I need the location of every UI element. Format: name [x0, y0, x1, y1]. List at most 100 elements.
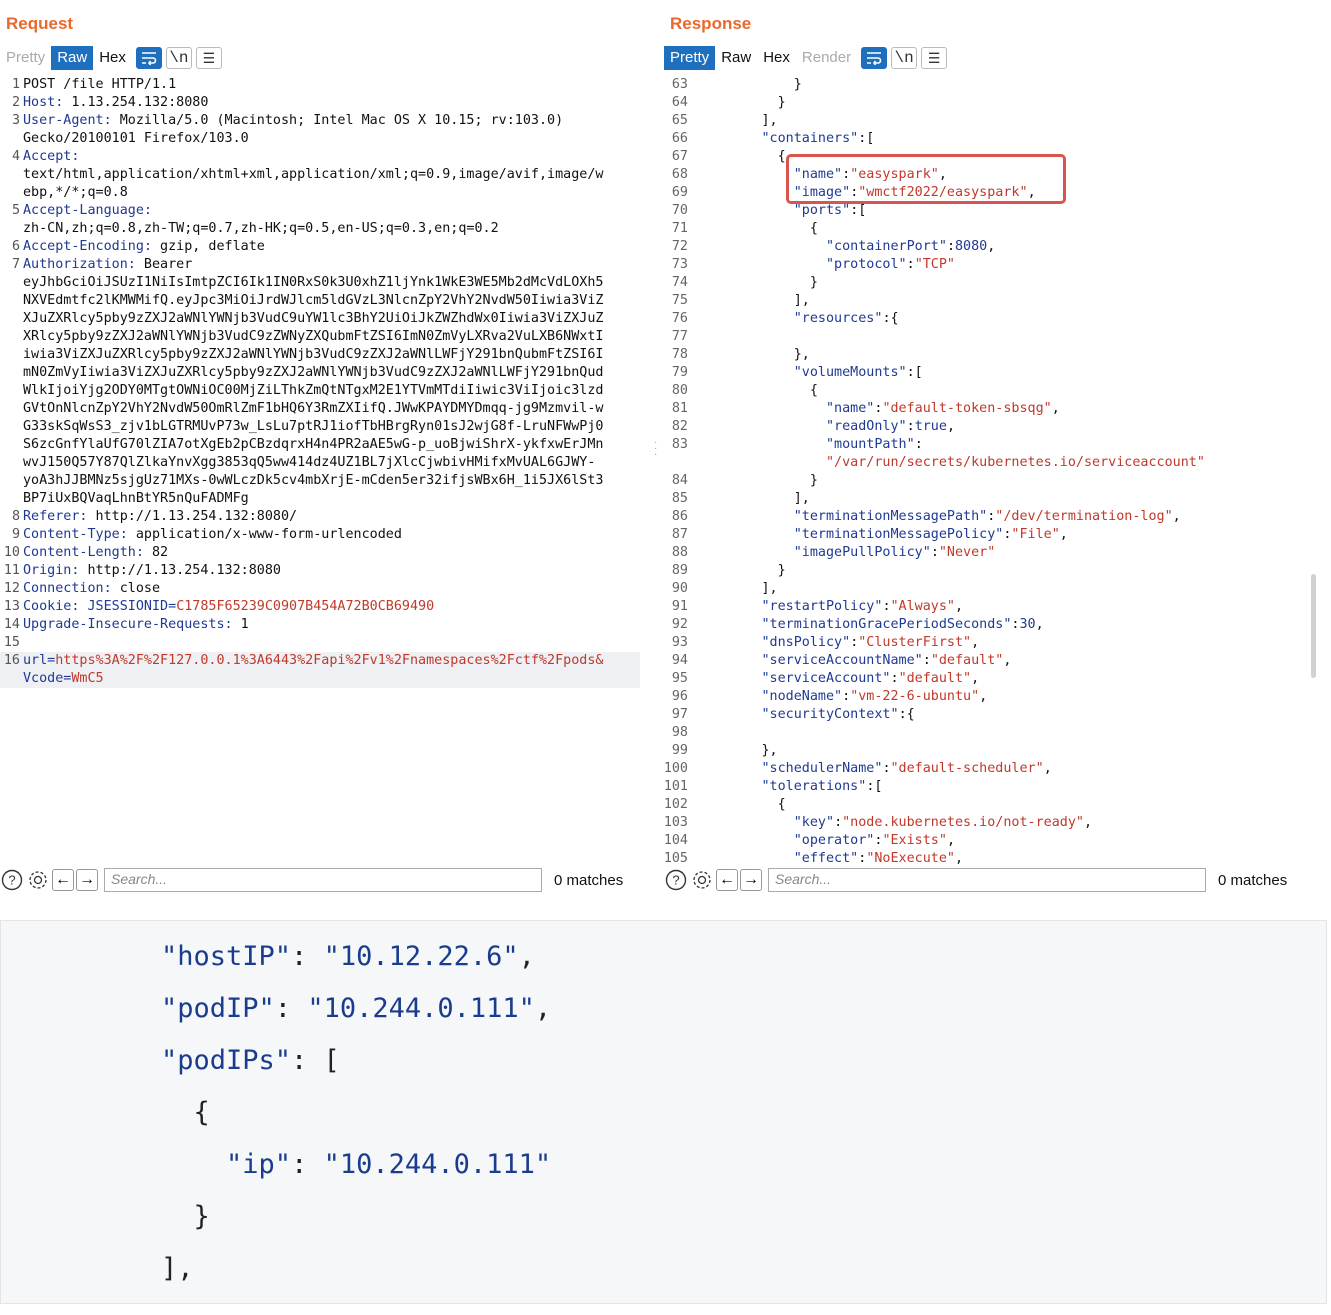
json-punct: [697, 689, 762, 704]
json-punct: [697, 635, 762, 650]
help-icon[interactable]: ?: [664, 868, 688, 892]
previous-match-button[interactable]: ←: [716, 869, 738, 891]
line-number: 82: [671, 419, 688, 434]
line-content: "containerPort":8080,: [691, 238, 1323, 256]
line-number: 105: [663, 851, 688, 864]
code-line: 64 }: [660, 94, 1323, 112]
json-punct: :: [882, 761, 891, 776]
line-number: 65: [671, 113, 688, 128]
json-punct: }: [161, 1201, 210, 1232]
line-number: 72: [671, 239, 688, 254]
json-key: "serviceAccount": [761, 671, 891, 686]
code-line: G33skSqWsS3_zjv1bLGTRMUvP73w_LsLu7ptRJ1i…: [0, 418, 640, 436]
line-content: "protocol":"TCP": [691, 256, 1323, 274]
request-search-input[interactable]: Search...: [104, 868, 542, 892]
json-string: "Exists": [882, 833, 947, 848]
menu-icon[interactable]: ☰: [921, 47, 948, 69]
response-tab-render[interactable]: Render: [796, 46, 857, 70]
request-editor[interactable]: 1 POST /file HTTP/1.1 2 Host: 1.13.254.132:…: [0, 76, 640, 864]
json-key: "name": [826, 401, 875, 416]
json-punct: [697, 455, 826, 470]
line-number: 4: [11, 149, 20, 164]
line-content: "readOnly":true,: [691, 418, 1323, 436]
code-line: 8 Referer: http://1.13.254.132:8080/: [0, 508, 640, 526]
line-content: "ports":[: [691, 202, 1323, 220]
response-scrollbar[interactable]: [1311, 574, 1316, 678]
json-key: "tolerations": [761, 779, 867, 794]
line-number: [0, 184, 23, 202]
header-value: NXVEdmtfc2lKMWMifQ.eyJpc3MiOiJrdWJlcm5ld…: [23, 293, 604, 308]
json-key: "hostIP": [161, 941, 292, 972]
line-content: [23, 634, 640, 652]
code-line: 70 "ports":[: [660, 202, 1323, 220]
json-punct: }: [697, 77, 802, 92]
wrap-lines-icon[interactable]: [135, 47, 162, 69]
next-match-button[interactable]: →: [76, 869, 98, 891]
newline-icon[interactable]: \n: [165, 47, 192, 69]
response-tab-hex[interactable]: Hex: [757, 46, 796, 70]
response-search-input[interactable]: Search...: [768, 868, 1206, 892]
header-name: Upgrade-Insecure-Requests:: [23, 617, 233, 632]
code-line: 83 "mountPath":: [660, 436, 1323, 454]
code-line: yoA3hJJBMNz5sjgUz71MXs-0wWLczDk5cv4mbXrj…: [0, 472, 640, 490]
request-tab-hex[interactable]: Hex: [93, 46, 132, 70]
header-value: zh-CN,zh;q=0.8,zh-TW;q=0.7,zh-HK;q=0.5,e…: [23, 221, 499, 236]
menu-icon[interactable]: ☰: [195, 47, 222, 69]
header-value: Bearer: [135, 257, 193, 272]
request-tab-raw[interactable]: Raw: [51, 46, 94, 70]
code-line: 81 "name":"default-token-sbsqg",: [660, 400, 1323, 418]
json-punct: [697, 545, 794, 560]
gear-icon[interactable]: [690, 868, 714, 892]
line-number: [0, 166, 23, 184]
line-number: 66: [671, 131, 688, 146]
wrap-lines-icon[interactable]: [861, 47, 888, 69]
line-number: 79: [671, 365, 688, 380]
line-content: ebp,*/*;q=0.8: [23, 184, 640, 202]
line-content: GVtOnNlcnZpY2VhY2NvdW50OmRlZmF1bHQ6Y3RmZ…: [23, 400, 640, 418]
json-punct: [697, 707, 762, 722]
next-match-button[interactable]: →: [740, 869, 762, 891]
code-line: 75 ],: [660, 292, 1323, 310]
json-snippet-panel: "hostIP": "10.12.22.6", "podIP": "10.244.…: [0, 920, 1327, 1304]
json-key: "dnsPolicy": [761, 635, 851, 650]
line-content: text/html,application/xhtml+xml,applicat…: [23, 166, 640, 184]
json-punct: :: [930, 545, 939, 560]
json-string: "Never": [938, 545, 996, 560]
line-number: [0, 418, 23, 436]
json-punct: :[: [866, 779, 883, 794]
code-line: BP7iUxBQVaqLhnBtYR5nQuFADMFg: [0, 490, 640, 508]
cookie-name: JSESSIONID=: [87, 599, 177, 614]
header-value: 1: [232, 617, 249, 632]
json-punct: :: [922, 653, 931, 668]
line-number: 89: [671, 563, 688, 578]
code-line: 65 ],: [660, 112, 1323, 130]
line-number: [0, 310, 23, 328]
line-content: "containers":[: [691, 130, 1323, 148]
gear-icon[interactable]: [26, 868, 50, 892]
line-content: "volumeMounts":[: [691, 364, 1323, 382]
json-string: "10.244.0.111": [323, 1149, 552, 1180]
json-punct: {: [697, 797, 786, 812]
line-number: 11: [3, 563, 20, 578]
header-value: 82: [143, 545, 169, 560]
request-tab-pretty[interactable]: Pretty: [0, 46, 51, 70]
help-icon[interactable]: ?: [0, 868, 24, 892]
line-content: {: [691, 382, 1323, 400]
code-line: 104 "operator":"Exists",: [660, 832, 1323, 850]
code-line: Vcode=WmC5: [0, 670, 640, 688]
line-content: XJuZXRlcy5pby9zZXJ2aWNlYWNjb3VudC9uYW1lc…: [23, 310, 640, 328]
line-content: XRlcy5pby9zZXJ2aWNlYWNjb3VudC9zZWNyZXQub…: [23, 328, 640, 346]
code-line: Gecko/20100101 Firefox/103.0: [0, 130, 640, 148]
line-number: 91: [671, 599, 688, 614]
json-punct: ,: [1043, 761, 1052, 776]
response-tab-raw[interactable]: Raw: [715, 46, 757, 70]
json-key: "ip": [226, 1149, 292, 1180]
response-tab-pretty[interactable]: Pretty: [664, 46, 716, 70]
code-line: 72 "containerPort":8080,: [660, 238, 1323, 256]
json-punct: ,: [1172, 509, 1181, 524]
previous-match-button[interactable]: ←: [52, 869, 74, 891]
json-punct: [697, 311, 794, 326]
code-line: 71 {: [660, 220, 1323, 238]
json-punct: ,: [971, 671, 980, 686]
newline-icon[interactable]: \n: [891, 47, 918, 69]
